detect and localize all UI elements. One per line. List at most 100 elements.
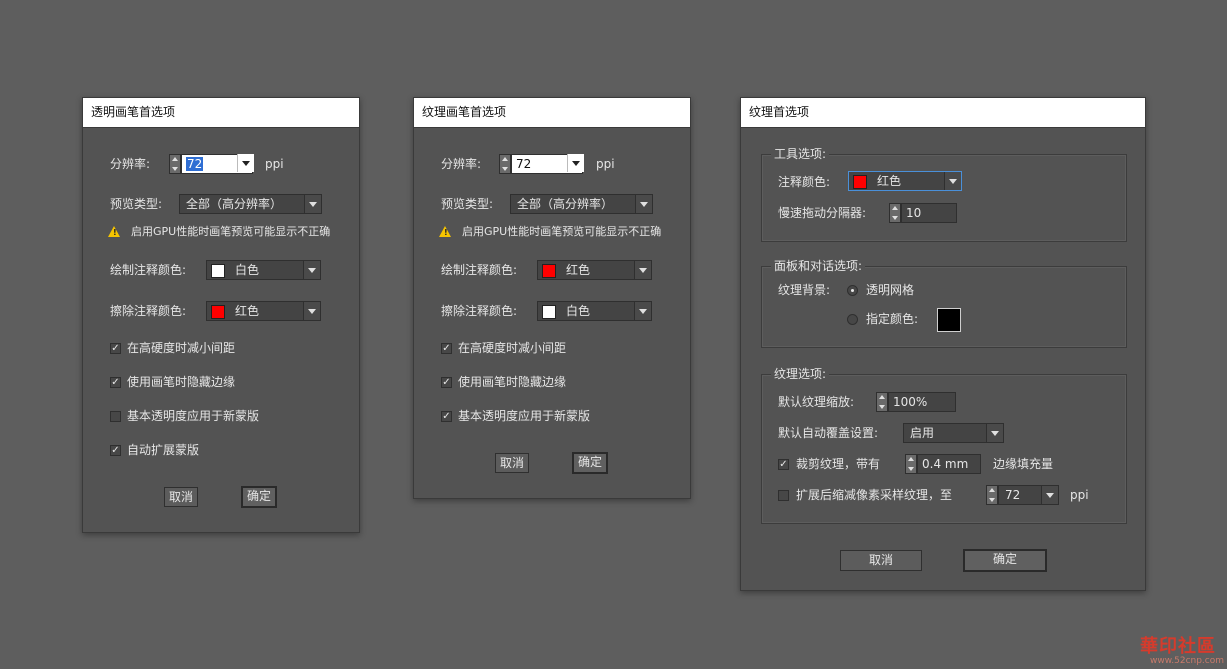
preview-type-select[interactable]: 全部（高分辨率） [510,194,653,214]
checkbox-label: 在高硬度时减小间距 [127,341,236,355]
chevron-down-icon [944,172,961,190]
warning-mark: ! [113,228,117,237]
radio-label: 透明网格 [866,283,915,297]
tools-group-legend: 工具选项: [771,147,830,161]
slow-drag-value: 10 [906,206,922,220]
resolution-value: 72 [186,157,204,171]
crop-margin-input[interactable]: 0.4 mm [917,454,981,474]
radio-label: 指定颜色: [866,312,919,326]
texture-brush-prefs-dialog: 纹理画笔首选项 分辨率: 72 ppi 预览类型: 全部（高分辨率） ! 启用G… [413,97,691,499]
texture-bg-label: 纹理背景: [778,283,831,297]
texture-prefs-dialog: 纹理首选项 工具选项: 注释颜色: 红色 慢速拖动分隔器: 10 面板和对话选项… [740,97,1146,591]
draw-color-label: 绘制注释颜色: [441,263,518,277]
erase-color-select[interactable]: 白色 [537,301,652,321]
annotation-color-label: 注释颜色: [778,175,831,189]
crop-suffix-label: 边缘填充量 [993,457,1054,471]
cancel-button[interactable]: 取消 [495,453,529,473]
checkbox-label: 自动扩展蒙版 [127,443,200,457]
crop-margin-value: 0.4 mm [922,457,969,471]
crop-margin-stepper[interactable] [905,454,917,474]
watermark-url: www.52cnp.com [1150,656,1225,666]
checkbox-hide-edges[interactable]: ✓ [110,377,121,388]
transparent-brush-prefs-dialog: 透明画笔首选项 分辨率: 72 ppi 预览类型: 全部（高分辨率） ! 启用G… [82,97,360,533]
dialog-title: 纹理画笔首选项 [414,98,690,128]
chevron-down-icon [567,154,584,172]
checkbox-label: 使用画笔时隐藏边缘 [458,375,567,389]
default-scale-input[interactable]: 100% [888,392,956,412]
preview-type-value: 全部（高分辨率） [186,197,283,211]
erase-color-value: 红色 [235,304,260,318]
resolution-dropdown[interactable] [237,154,254,174]
expand-ppi-value: 72 [1005,488,1021,502]
panel-group [761,266,1127,348]
annotation-color-select[interactable]: 红色 [848,171,962,191]
chevron-down-icon [1041,486,1058,504]
slow-drag-stepper[interactable] [889,203,901,223]
resolution-dropdown[interactable] [567,154,584,174]
chevron-down-icon [634,261,651,279]
ok-button[interactable]: 确定 [963,549,1047,572]
checkbox-auto-expand-mask[interactable]: ✓ [110,445,121,456]
preview-type-value: 全部（高分辨率） [517,197,614,211]
expand-ppi-unit: ppi [1070,488,1089,502]
texture-group-legend: 纹理选项: [771,367,830,381]
chevron-down-icon [303,261,320,279]
checkbox-label: 基本透明度应用于新蒙版 [458,409,591,423]
draw-color-select[interactable]: 红色 [537,260,652,280]
default-scale-label: 默认纹理缩放: [778,395,855,409]
expand-ppi-select[interactable]: 72 [998,485,1059,505]
resolution-value: 72 [516,157,532,171]
draw-color-label: 绘制注释颜色: [110,263,187,277]
checkbox-expand-downsample[interactable] [778,490,789,501]
chevron-down-icon [304,195,321,213]
dialog-title: 透明画笔首选项 [83,98,359,128]
preview-type-label: 预览类型: [441,197,494,211]
bg-color-swatch[interactable] [937,308,961,332]
cancel-button[interactable]: 取消 [840,550,922,571]
auto-overlay-select[interactable]: 启用 [903,423,1004,443]
dialog-title: 纹理首选项 [741,98,1145,128]
resolution-stepper[interactable] [499,154,511,174]
checkbox-base-opacity[interactable] [110,411,121,422]
radio-transparent-grid[interactable] [847,285,858,296]
default-scale-stepper[interactable] [876,392,888,412]
chevron-down-icon [986,424,1003,442]
panel-group-legend: 面板和对话选项: [771,259,866,273]
color-swatch [853,175,867,189]
preview-type-label: 预览类型: [110,197,163,211]
erase-color-select[interactable]: 红色 [206,301,321,321]
resolution-unit: ppi [596,157,615,171]
default-scale-value: 100% [893,395,928,409]
checkbox-reduce-spacing[interactable]: ✓ [441,343,452,354]
color-swatch [542,264,556,278]
resolution-stepper[interactable] [169,154,181,174]
preview-type-select[interactable]: 全部（高分辨率） [179,194,322,214]
chevron-down-icon [634,302,651,320]
watermark-logo: 華印社區 [1140,636,1216,657]
checkbox-crop-texture[interactable]: ✓ [778,459,789,470]
resolution-unit: ppi [265,157,284,171]
gpu-warning-text: 启用GPU性能时画笔预览可能显示不正确 [131,225,331,238]
draw-color-value: 红色 [566,263,591,277]
expand-downsample-label: 扩展后缩减像素采样纹理，至 [796,488,953,502]
slow-drag-label: 慢速拖动分隔器: [778,206,867,220]
radio-specify-color[interactable] [847,314,858,325]
checkbox-label: 使用画笔时隐藏边缘 [127,375,236,389]
chevron-down-icon [635,195,652,213]
auto-overlay-value: 启用 [910,426,935,440]
ok-button[interactable]: 确定 [241,486,277,508]
draw-color-select[interactable]: 白色 [206,260,321,280]
checkbox-base-opacity[interactable]: ✓ [441,411,452,422]
expand-ppi-stepper[interactable] [986,485,998,505]
tools-group [761,154,1127,242]
cancel-button[interactable]: 取消 [164,487,198,507]
annotation-color-value: 红色 [877,174,902,188]
ok-button[interactable]: 确定 [572,452,608,474]
draw-color-value: 白色 [235,263,260,277]
checkbox-hide-edges[interactable]: ✓ [441,377,452,388]
checkbox-label: 在高硬度时减小间距 [458,341,567,355]
checkbox-reduce-spacing[interactable]: ✓ [110,343,121,354]
slow-drag-input[interactable]: 10 [901,203,957,223]
chevron-down-icon [237,154,254,172]
resolution-label: 分辨率: [110,157,151,171]
